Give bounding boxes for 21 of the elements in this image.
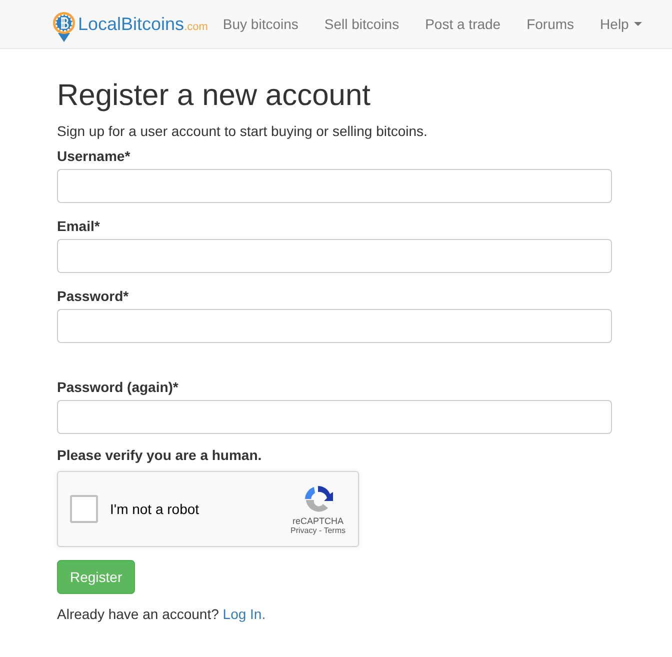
- register-button[interactable]: Register: [57, 560, 136, 594]
- nav-link[interactable]: Sell bitcoins: [311, 16, 412, 32]
- nav-link[interactable]: Post a trade: [412, 16, 514, 32]
- terms-link[interactable]: Terms: [324, 526, 346, 535]
- field-label: Email*: [57, 218, 101, 234]
- privacy-link[interactable]: Privacy: [290, 526, 317, 535]
- recaptcha-brand: reCAPTCHA: [292, 516, 344, 526]
- nav-link[interactable]: Buy bitcoins: [210, 16, 312, 32]
- login-link[interactable]: Log In.: [222, 606, 266, 622]
- brand-name[interactable]: LocalBitcoins: [78, 14, 184, 34]
- nav-link[interactable]: Help: [587, 16, 655, 32]
- page-subtitle: Sign up for a user account to start buying or selling bitcoins.: [57, 123, 428, 139]
- page-title: Register a new account: [57, 79, 372, 113]
- link-separator: -: [318, 526, 322, 535]
- captcha-prompt: Please verify you are a human.: [57, 447, 263, 463]
- login-prompt: Already have an account?: [57, 606, 219, 622]
- field-label: Password*: [57, 288, 130, 304]
- nav-link[interactable]: Forums: [514, 16, 588, 32]
- captcha-label: I'm not a robot: [110, 501, 200, 517]
- field-label: Username*: [57, 148, 132, 164]
- field-label: Password (again)*: [57, 379, 180, 395]
